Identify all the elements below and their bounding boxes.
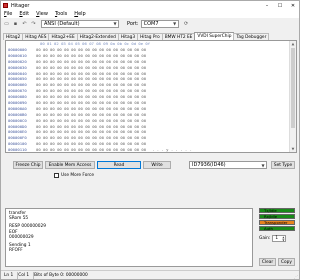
app-icon <box>3 3 8 8</box>
port-select[interactable]: COM7 ▼ <box>140 19 179 28</box>
status-line: Ln 1 <box>4 273 14 278</box>
status-rx: Rx/Idle <box>259 214 295 219</box>
chip-type-value: ID7936(ID46) <box>192 162 226 168</box>
checkbox-box[interactable] <box>54 173 59 178</box>
status-auth: Auth <box>259 226 295 231</box>
chevron-down-icon: ▼ <box>113 21 117 26</box>
tab-vvdi-superchip[interactable]: VVDI SuperChip <box>194 32 235 40</box>
hex-row-bytes[interactable]: 00 00 00 00 00 00 00 00 00 00 00 00 00 0… <box>36 100 146 105</box>
hex-row-bytes[interactable]: 00 00 00 00 00 00 00 00 00 00 00 00 00 0… <box>36 82 146 87</box>
hex-row-bytes[interactable]: 00 00 00 00 00 00 00 00 00 00 00 00 00 0… <box>36 106 146 111</box>
hex-row-address: 00000110 <box>8 147 27 153</box>
hex-row-bytes[interactable]: 00 00 00 00 00 00 00 00 00 00 00 00 00 0… <box>36 129 146 134</box>
clear-button[interactable]: Clear <box>259 258 276 266</box>
title-bar: Hitager – ☐ ✕ <box>1 1 299 10</box>
chevron-down-icon: ▼ <box>261 162 265 168</box>
hex-row[interactable]: 00000110 00 00 00 00 00 00 00 00 00 00 00… <box>6 147 290 153</box>
close-button[interactable]: ✕ <box>287 1 299 10</box>
tab-bar: Hitag2 Hitag AES Hitag2+EE Hitag2-Extend… <box>3 32 299 40</box>
menu-help[interactable]: Help <box>74 11 85 17</box>
gain-control: Gain: 1 ▲ ▼ <box>259 235 287 242</box>
set-type-button[interactable]: Set Type <box>271 161 295 169</box>
redo-icon[interactable]: ↷ <box>30 20 37 27</box>
hex-row-bytes[interactable]: 00 00 00 00 00 00 00 00 00 00 00 00 00 0… <box>36 59 146 64</box>
spin-arrows-icon[interactable]: ▲ ▼ <box>281 236 285 242</box>
scroll-down-icon[interactable]: ▼ <box>290 146 296 152</box>
port-label: Port: <box>127 20 139 27</box>
use-more-force-checkbox[interactable]: Use More Force <box>54 173 94 178</box>
hex-row-bytes[interactable]: 00 00 00 00 00 00 00 00 00 00 00 00 00 0… <box>36 53 146 58</box>
minimize-button[interactable]: – <box>261 1 273 10</box>
menu-edit[interactable]: Edit <box>19 11 29 17</box>
save-icon[interactable]: ▪ <box>12 20 19 27</box>
toolbar: ▭ ▪ ↶ ↷ ANSI (Default) ▼ Port: COM7 ▼ ⟳ <box>1 18 299 29</box>
menu-view[interactable]: View <box>36 11 48 17</box>
status-col: Col 1 <box>18 273 30 278</box>
hex-row-bytes[interactable]: 00 00 00 00 00 00 00 00 00 00 00 00 00 0… <box>36 124 146 129</box>
scroll-up-icon[interactable]: ▲ <box>290 41 296 47</box>
hex-row-bytes[interactable]: 00 00 00 00 00 00 00 00 00 00 00 00 00 0… <box>36 141 146 146</box>
tab-bmw-ht2-ee[interactable]: BMW HT2 EE <box>161 33 196 40</box>
tag-type-select[interactable]: ANSI (Default) ▼ <box>41 19 119 28</box>
tab-hitag-pro[interactable]: Hitag Pro <box>137 33 163 40</box>
hex-row-bytes[interactable]: 00 00 00 00 00 00 00 00 00 00 00 00 00 0… <box>36 76 146 81</box>
app-window: Hitager – ☐ ✕ File Edit View Tools Help … <box>0 0 300 280</box>
gain-label: Gain: <box>259 236 271 241</box>
resize-grip-icon[interactable]: ⋰ <box>294 275 298 279</box>
enable-mem-access-button[interactable]: Enable Mem Access <box>45 161 95 169</box>
status-transponder: Transponder <box>259 220 295 225</box>
hex-row-bytes[interactable]: 00 00 00 00 00 00 00 00 00 00 00 00 00 0… <box>36 147 146 152</box>
scroll-thumb[interactable] <box>291 48 295 128</box>
hex-scrollbar[interactable]: ▲ ▼ <box>289 41 296 152</box>
tab-tag-debugger[interactable]: Tag Debugger <box>233 33 270 40</box>
log-line: RFOFF <box>9 248 23 254</box>
chevron-down-icon: ▼ <box>173 21 177 26</box>
maximize-button[interactable]: ☐ <box>274 1 286 10</box>
port-value: COM7 <box>143 20 159 27</box>
status-tx: Tx/Idle <box>259 208 295 213</box>
write-button[interactable]: Write <box>143 161 171 169</box>
menu-tools[interactable]: Tools <box>55 11 67 17</box>
status-bar: Ln 1 Col 1 Bits of Byte 0: 00000000 ⋰ <box>1 270 299 279</box>
hex-row-bytes[interactable]: 00 00 00 00 00 00 00 00 00 00 00 00 00 0… <box>36 135 146 140</box>
tab-hitag-aes[interactable]: Hitag AES <box>22 33 50 40</box>
status-panel: Tx/Idle Rx/Idle Transponder Auth Gain: 1… <box>259 208 297 267</box>
hex-row-ascii: . . . y . . . . . <box>152 147 192 153</box>
window-title: Hitager <box>11 2 30 9</box>
copy-button[interactable]: Copy <box>278 258 295 266</box>
read-button[interactable]: Read <box>97 161 141 169</box>
log-output[interactable]: transfer SRom 55 RESP 000000029 EOF 0000… <box>5 208 253 267</box>
tag-type-value: ANSI (Default) <box>44 20 80 27</box>
hex-row-bytes[interactable]: 00 00 00 00 00 00 00 00 00 00 00 00 00 0… <box>36 118 146 123</box>
tab-hitag2-extended[interactable]: Hitag2-Extended <box>76 33 119 40</box>
chip-type-select[interactable]: ID7936(ID46) ▼ <box>189 161 267 169</box>
status-bits: Bits of Byte 0: 00000000 <box>34 273 88 278</box>
undo-icon[interactable]: ↶ <box>21 20 28 27</box>
hex-rows: 00000000 00 00 00 00 00 00 00 00 00 00 00… <box>6 47 290 153</box>
hex-row-bytes[interactable]: 00 00 00 00 00 00 00 00 00 00 00 00 00 0… <box>36 94 146 99</box>
gain-value: 1 <box>275 236 279 241</box>
hex-row-bytes[interactable]: 00 00 00 00 00 00 00 00 00 00 00 00 00 0… <box>36 47 146 52</box>
tab-hitag3[interactable]: Hitag3 <box>117 33 139 40</box>
hex-row-bytes[interactable]: 00 00 00 00 00 00 00 00 00 00 00 00 00 0… <box>36 88 146 93</box>
refresh-icon[interactable]: ⟳ <box>183 20 190 27</box>
hex-row-bytes[interactable]: 00 00 00 00 00 00 00 00 00 00 00 00 00 0… <box>36 65 146 70</box>
hex-row-bytes[interactable]: 00 00 00 00 00 00 00 00 00 00 00 00 00 0… <box>36 71 146 76</box>
use-more-force-label: Use More Force <box>61 173 95 178</box>
hex-editor[interactable]: 00 01 02 03 04 05 06 07 08 09 0a 0b 0c 0… <box>5 40 297 153</box>
open-icon[interactable]: ▭ <box>3 20 10 27</box>
hex-row-bytes[interactable]: 00 00 00 00 00 00 00 00 00 00 00 00 00 0… <box>36 112 146 117</box>
menu-bar: File Edit View Tools Help <box>1 10 299 18</box>
gain-spinner[interactable]: 1 ▲ ▼ <box>272 235 287 242</box>
freeze-chip-button[interactable]: Freeze Chip <box>13 161 43 169</box>
tab-hitag2-ee[interactable]: Hitag2+EE <box>48 33 78 40</box>
tab-hitag2[interactable]: Hitag2 <box>3 33 24 40</box>
menu-file[interactable]: File <box>4 11 12 17</box>
